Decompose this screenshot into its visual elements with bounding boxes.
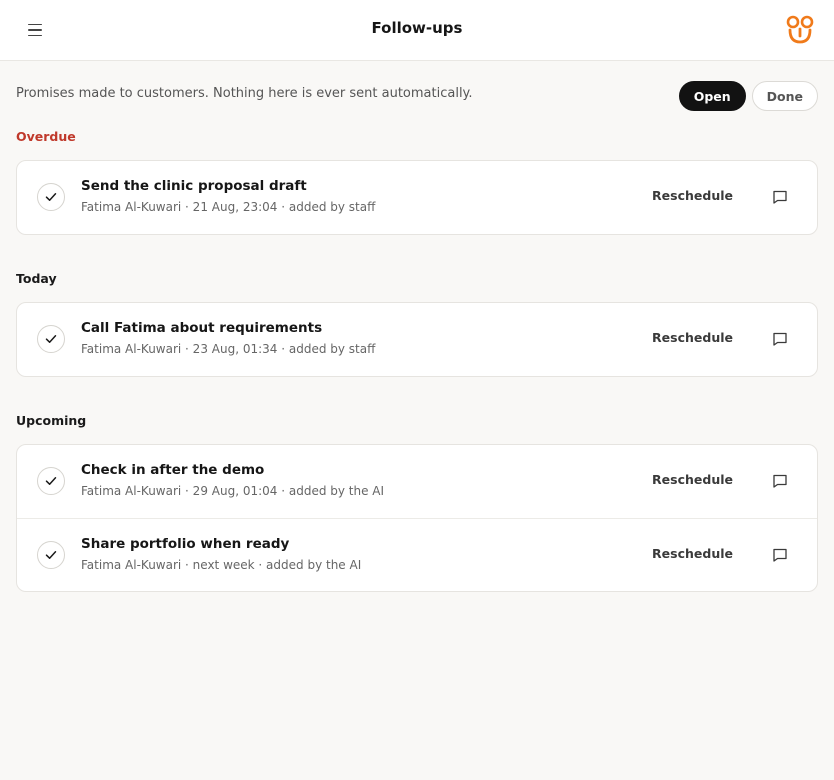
follow-up-row: Send the clinic proposal draft Fatima Al… [17, 161, 817, 234]
top-bar: Follow-ups [0, 0, 834, 61]
reschedule-button[interactable]: Reschedule [652, 330, 733, 345]
follow-up-row: Share portfolio when ready Fatima Al-Kuw… [17, 518, 817, 591]
follow-ups-main: Promises made to customers. Nothing here… [0, 61, 834, 592]
brand-logo-icon[interactable] [786, 15, 814, 45]
mark-done-button[interactable] [37, 183, 65, 211]
message-icon[interactable] [769, 186, 791, 208]
intro-row: Promises made to customers. Nothing here… [16, 61, 818, 127]
filter-done-button[interactable]: Done [751, 81, 818, 111]
section-today: Today Call Fatima about requirements Fat… [16, 269, 818, 377]
filter-open-button[interactable]: Open [678, 81, 746, 111]
section-label-today: Today [16, 271, 57, 286]
checkmark-icon [45, 193, 57, 201]
follow-up-meta: Fatima Al-Kuwari · 21 Aug, 23:04 · added… [81, 200, 376, 214]
follow-up-row: Check in after the demo Fatima Al-Kuwari… [17, 445, 817, 518]
page-title: Follow-ups [371, 19, 463, 37]
mark-done-button[interactable] [37, 541, 65, 569]
reschedule-button[interactable]: Reschedule [652, 472, 733, 487]
section-upcoming: Upcoming Check in after the demo Fatima … [16, 411, 818, 592]
message-icon[interactable] [769, 544, 791, 566]
follow-up-list-today: Call Fatima about requirements Fatima Al… [16, 302, 818, 377]
message-icon[interactable] [769, 328, 791, 350]
reschedule-button[interactable]: Reschedule [652, 546, 733, 561]
checkmark-icon [45, 335, 57, 343]
section-label-upcoming: Upcoming [16, 413, 87, 428]
section-label-overdue: Overdue [16, 129, 76, 144]
follow-up-meta: Fatima Al-Kuwari · next week · added by … [81, 558, 362, 572]
follow-up-list-upcoming: Check in after the demo Fatima Al-Kuwari… [16, 444, 818, 592]
reschedule-button[interactable]: Reschedule [652, 188, 733, 203]
message-icon[interactable] [769, 470, 791, 492]
section-overdue: Overdue Send the clinic proposal draft F… [16, 127, 818, 235]
follow-up-title: Call Fatima about requirements [81, 320, 323, 336]
follow-up-meta: Fatima Al-Kuwari · 29 Aug, 01:04 · added… [81, 484, 385, 498]
mark-done-button[interactable] [37, 325, 65, 353]
follow-up-title: Share portfolio when ready [81, 536, 290, 552]
checkmark-icon [45, 551, 57, 559]
follow-up-title: Check in after the demo [81, 462, 265, 478]
follow-up-meta: Fatima Al-Kuwari · 23 Aug, 01:34 · added… [81, 342, 376, 356]
follow-up-list-overdue: Send the clinic proposal draft Fatima Al… [16, 160, 818, 235]
status-filter: Open Done [678, 81, 818, 111]
checkmark-icon [45, 477, 57, 485]
follow-up-title: Send the clinic proposal draft [81, 178, 307, 194]
follow-up-row: Call Fatima about requirements Fatima Al… [17, 303, 817, 376]
intro-text: Promises made to customers. Nothing here… [16, 86, 473, 101]
mark-done-button[interactable] [37, 467, 65, 495]
